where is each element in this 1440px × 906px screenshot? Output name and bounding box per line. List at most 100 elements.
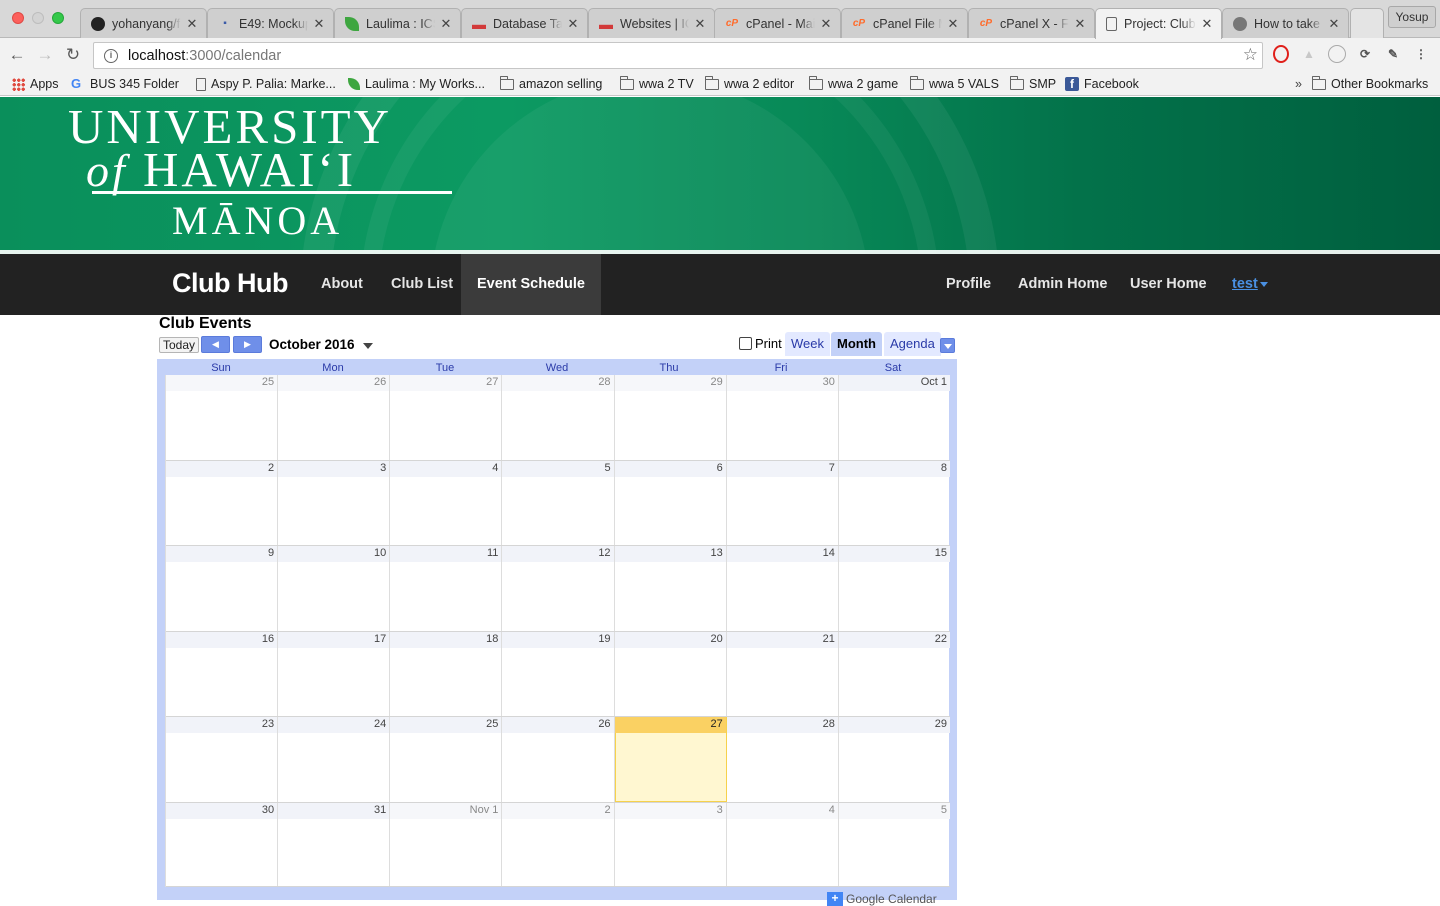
day-number[interactable]: 10 bbox=[278, 546, 390, 562]
day-cell[interactable]: Oct 1 bbox=[838, 375, 950, 460]
day-cell[interactable]: 25 bbox=[166, 375, 279, 460]
day-cell[interactable]: 31 bbox=[278, 803, 391, 886]
close-tab-icon[interactable]: ✕ bbox=[1328, 16, 1340, 32]
bookmark-item[interactable]: wwa 2 editor bbox=[705, 75, 794, 93]
day-number[interactable]: 7 bbox=[726, 461, 838, 477]
google-calendar-badge[interactable]: + Google Calendar bbox=[827, 892, 937, 906]
day-number[interactable]: 18 bbox=[390, 632, 502, 648]
browser-tab[interactable]: yohanyang/f ✕ bbox=[80, 8, 207, 38]
day-cell[interactable]: 30 bbox=[166, 803, 279, 886]
zoom-window-button[interactable] bbox=[52, 12, 64, 24]
bookmark-item[interactable]: wwa 2 TV bbox=[620, 75, 694, 93]
day-number[interactable]: 5 bbox=[502, 461, 614, 477]
day-number[interactable]: 14 bbox=[726, 546, 838, 562]
day-number[interactable]: 21 bbox=[726, 632, 838, 648]
day-cell[interactable]: 27 bbox=[390, 375, 503, 460]
day-cell[interactable]: 28 bbox=[726, 717, 839, 802]
day-cell[interactable]: 4 bbox=[390, 461, 503, 545]
day-number[interactable]: 22 bbox=[838, 632, 950, 648]
day-number[interactable]: 31 bbox=[278, 803, 390, 819]
day-cell[interactable]: 29 bbox=[838, 717, 950, 802]
today-button[interactable]: Today bbox=[159, 337, 200, 353]
day-number[interactable]: 24 bbox=[278, 717, 390, 733]
close-tab-icon[interactable]: ✕ bbox=[947, 16, 959, 32]
day-cell[interactable]: 15 bbox=[838, 546, 950, 631]
prev-month-button[interactable]: ◀ bbox=[201, 336, 230, 353]
more-bookmarks-chevron[interactable]: » bbox=[1295, 75, 1302, 93]
day-cell[interactable]: 29 bbox=[614, 375, 727, 460]
minimize-window-button[interactable] bbox=[32, 12, 44, 24]
day-cell[interactable]: 17 bbox=[278, 632, 391, 716]
new-tab-button[interactable] bbox=[1350, 8, 1384, 38]
day-number[interactable]: 25 bbox=[166, 375, 278, 391]
day-cell[interactable]: 5 bbox=[838, 803, 950, 886]
menu-kebab-icon[interactable]: ⋮ bbox=[1412, 45, 1430, 63]
day-cell[interactable]: 6 bbox=[614, 461, 727, 545]
print-button[interactable]: Print bbox=[739, 336, 782, 351]
info-icon[interactable]: i bbox=[104, 48, 118, 63]
day-cell[interactable]: Nov 1 bbox=[390, 803, 503, 886]
view-tab-agenda[interactable]: Agenda bbox=[884, 332, 941, 356]
bookmark-star-icon[interactable]: ☆ bbox=[1243, 45, 1258, 65]
drive-extension-icon[interactable]: ▲ bbox=[1300, 45, 1318, 63]
globe-extension-icon[interactable] bbox=[1328, 45, 1346, 63]
address-bar[interactable]: i localhost:3000/calendar ☆ bbox=[93, 42, 1263, 69]
day-number[interactable]: 12 bbox=[502, 546, 614, 562]
view-tab-month[interactable]: Month bbox=[831, 332, 882, 356]
day-cell[interactable]: 19 bbox=[502, 632, 615, 716]
day-number[interactable]: 29 bbox=[838, 717, 950, 733]
day-number[interactable]: 30 bbox=[726, 375, 838, 391]
profile-button[interactable]: Yosup bbox=[1388, 6, 1436, 28]
day-cell[interactable]: 12 bbox=[502, 546, 615, 631]
bookmark-item[interactable]: wwa 5 VALS bbox=[910, 75, 999, 93]
browser-tab[interactable]: cP cPanel File M ✕ bbox=[841, 8, 968, 38]
browser-tab[interactable]: cP cPanel X - Fi ✕ bbox=[968, 8, 1095, 38]
day-number[interactable]: 23 bbox=[166, 717, 278, 733]
user-dropdown[interactable]: test bbox=[1216, 254, 1284, 315]
day-cell[interactable]: 2 bbox=[502, 803, 615, 886]
nav-event-schedule[interactable]: Event Schedule bbox=[461, 254, 601, 315]
day-number[interactable]: 26 bbox=[502, 717, 614, 733]
view-dropdown-button[interactable] bbox=[940, 338, 955, 353]
close-tab-icon[interactable]: ✕ bbox=[1201, 16, 1213, 32]
bookmark-item[interactable]: Aspy P. Palia: Marke... bbox=[196, 75, 336, 93]
bookmark-item[interactable]: Apps bbox=[12, 75, 59, 93]
day-cell[interactable]: 18 bbox=[390, 632, 503, 716]
reload-icon[interactable]: ↻ bbox=[62, 44, 84, 66]
close-tab-icon[interactable]: ✕ bbox=[694, 16, 706, 32]
close-window-button[interactable] bbox=[12, 12, 24, 24]
day-cell[interactable]: 16 bbox=[166, 632, 279, 716]
day-cell[interactable]: 20 bbox=[614, 632, 727, 716]
close-tab-icon[interactable]: ✕ bbox=[186, 16, 198, 32]
opera-extension-icon[interactable] bbox=[1273, 45, 1289, 63]
day-cell[interactable]: 22 bbox=[838, 632, 950, 716]
day-number[interactable]: 27 bbox=[614, 717, 726, 733]
nav-profile[interactable]: Profile bbox=[930, 254, 1007, 315]
day-cell[interactable]: 13 bbox=[614, 546, 727, 631]
browser-tab[interactable]: ▪ E49: Mockup ✕ bbox=[207, 8, 334, 38]
day-number[interactable]: 29 bbox=[614, 375, 726, 391]
day-cell[interactable]: 11 bbox=[390, 546, 503, 631]
bookmark-item[interactable]: f Facebook bbox=[1065, 75, 1139, 93]
day-number[interactable]: Nov 1 bbox=[390, 803, 502, 819]
bookmark-item[interactable]: amazon selling bbox=[500, 75, 602, 93]
browser-tab[interactable]: Project: Club ✕ bbox=[1095, 8, 1222, 39]
day-number[interactable]: 28 bbox=[726, 717, 838, 733]
day-cell[interactable]: 24 bbox=[278, 717, 391, 802]
day-number[interactable]: 27 bbox=[390, 375, 502, 391]
day-cell[interactable]: 30 bbox=[726, 375, 839, 460]
day-number[interactable]: 9 bbox=[166, 546, 278, 562]
sync-extension-icon[interactable]: ⟳ bbox=[1356, 45, 1374, 63]
day-number[interactable]: 5 bbox=[838, 803, 950, 819]
view-tab-week[interactable]: Week bbox=[785, 332, 830, 356]
browser-tab[interactable]: How to take ✕ bbox=[1222, 8, 1349, 38]
browser-tab[interactable]: ▬ Websites | IC ✕ bbox=[588, 8, 715, 38]
day-cell[interactable]: 21 bbox=[726, 632, 839, 716]
day-number[interactable]: 6 bbox=[614, 461, 726, 477]
day-number[interactable]: 19 bbox=[502, 632, 614, 648]
close-tab-icon[interactable]: ✕ bbox=[440, 16, 452, 32]
day-cell-today[interactable]: 27 bbox=[614, 717, 727, 802]
day-cell[interactable]: 26 bbox=[502, 717, 615, 802]
close-tab-icon[interactable]: ✕ bbox=[313, 16, 325, 32]
back-arrow-icon[interactable]: ← bbox=[6, 44, 28, 66]
